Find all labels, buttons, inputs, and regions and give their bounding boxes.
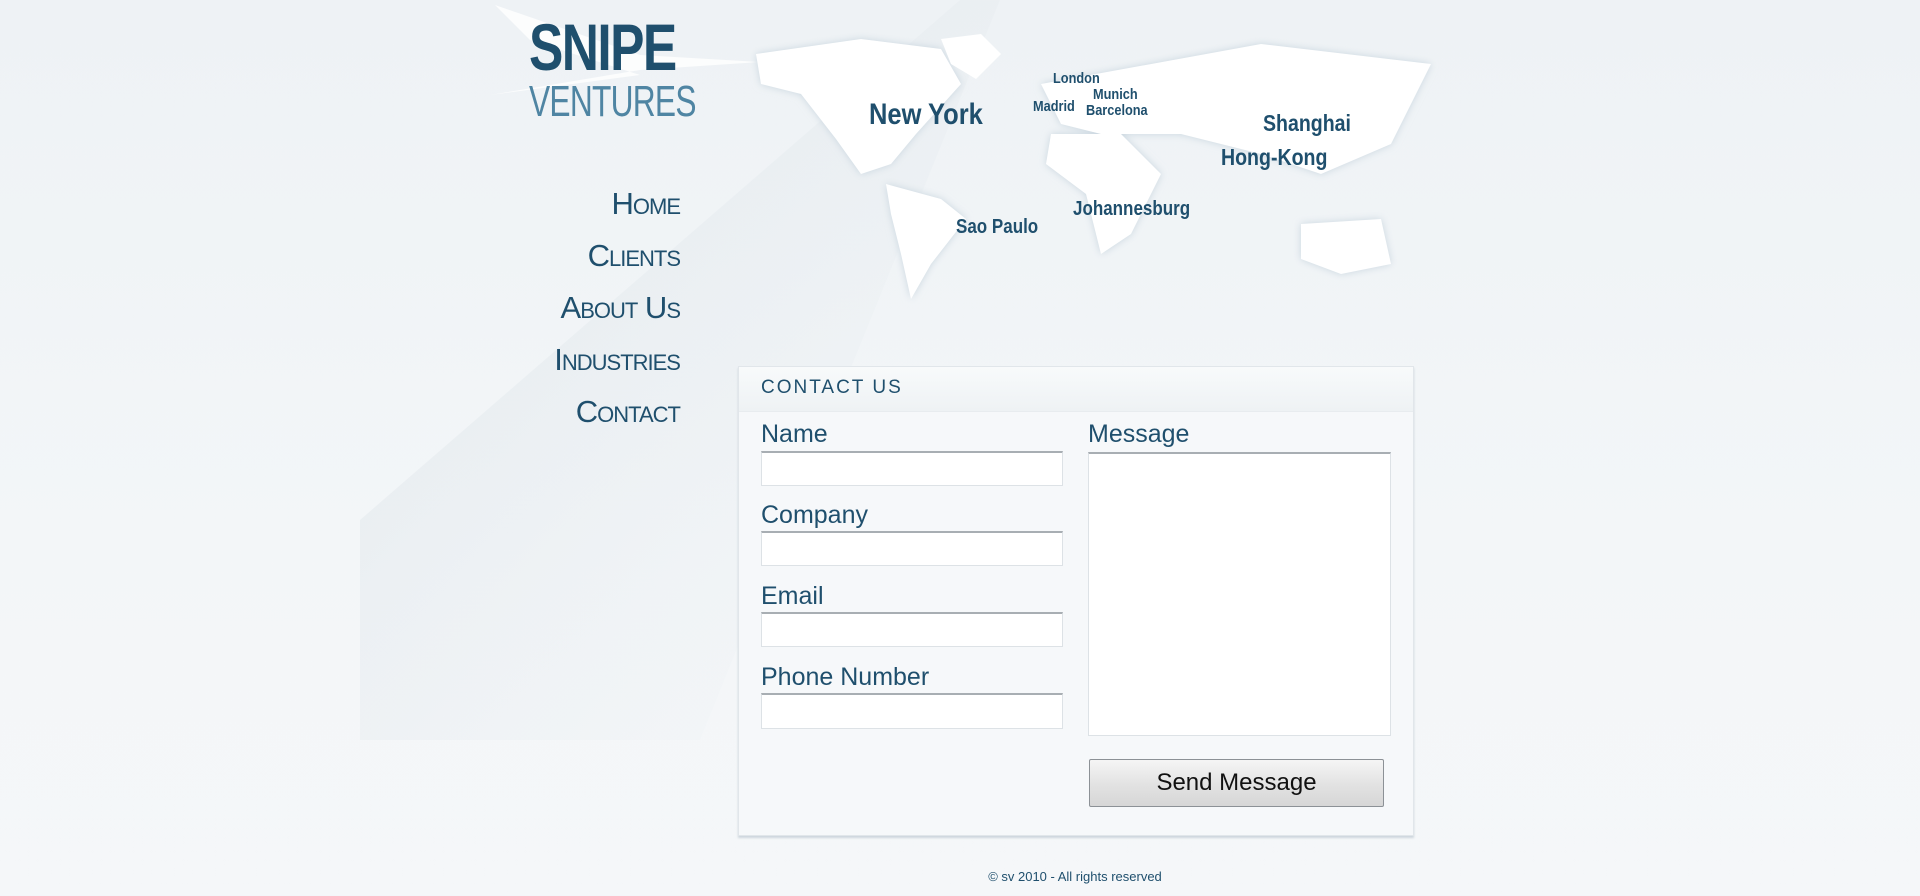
phone-input[interactable] <box>761 693 1063 729</box>
contact-form: CONTACT US Name Company Email Phone Numb… <box>738 366 1414 836</box>
city-munich: Munich <box>1093 86 1138 103</box>
name-input[interactable] <box>761 451 1063 486</box>
city-sao-paulo: Sao Paulo <box>956 216 1039 238</box>
footer-copyright: © sv 2010 - All rights reserved <box>988 869 1162 884</box>
city-barcelona: Barcelona <box>1086 102 1148 119</box>
phone-label: Phone Number <box>761 663 930 691</box>
city-johannesburg: Johannesburg <box>1073 198 1191 220</box>
company-input[interactable] <box>761 531 1063 566</box>
nav-industries[interactable]: Industries <box>554 334 681 386</box>
nav-clients[interactable]: Clients <box>554 230 681 282</box>
name-label: Name <box>761 420 828 448</box>
city-new-york: New York <box>869 98 983 131</box>
logo-snipe: SNIPE <box>529 10 677 84</box>
logo-ventures: VENTURES <box>529 77 696 126</box>
city-shanghai: Shanghai <box>1263 110 1351 136</box>
city-hong-kong: Hong-Kong <box>1221 144 1328 170</box>
city-london: London <box>1053 70 1100 87</box>
company-label: Company <box>761 501 868 529</box>
email-label: Email <box>761 582 824 610</box>
email-input[interactable] <box>761 612 1063 647</box>
contact-header: CONTACT US <box>739 367 1413 412</box>
nav-home[interactable]: Home <box>554 178 681 230</box>
city-madrid: Madrid <box>1033 98 1075 115</box>
nav-about-us[interactable]: About Us <box>554 282 681 334</box>
world-map-graphic <box>756 34 1431 299</box>
message-textarea[interactable] <box>1088 452 1391 736</box>
send-message-button[interactable]: Send Message <box>1089 759 1384 807</box>
nav-contact[interactable]: Contact <box>554 386 681 438</box>
world-map: New York London Munich Madrid Barcelona … <box>741 24 1441 304</box>
logo[interactable]: SNIPE VENTURES <box>529 10 696 126</box>
contact-title: CONTACT US <box>761 377 903 398</box>
main-nav: Home Clients About Us Industries Contact <box>554 178 681 438</box>
message-label: Message <box>1088 420 1190 448</box>
